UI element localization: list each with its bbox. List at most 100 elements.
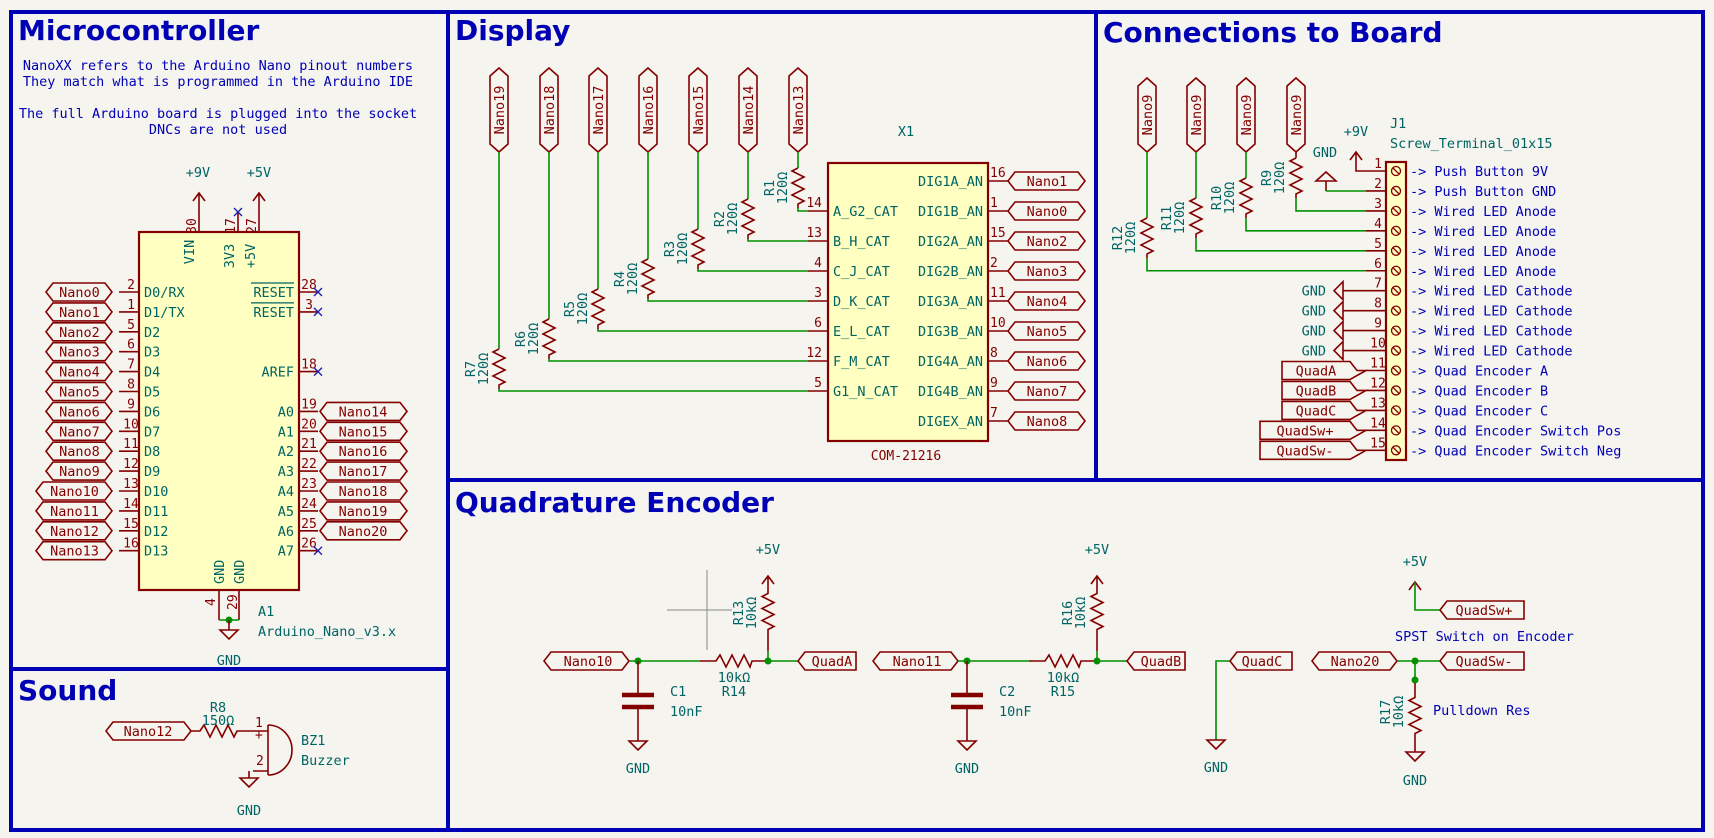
arduino-value: Arduino_Nano_v3.x (258, 624, 396, 640)
resistor-r1[interactable] (790, 167, 806, 208)
pin-name: B_H_CAT (833, 234, 890, 250)
spst-note: SPST Switch on Encoder (1395, 629, 1574, 645)
arduino-nano-symbol[interactable]: +9V +5V VIN303V317+5V27 2 D0/RXNano01 D1/T… (34, 165, 409, 669)
pin-number: 11 (123, 437, 139, 452)
resistor-r6[interactable] (541, 318, 557, 359)
gnd-label: GND (1302, 304, 1326, 320)
pin-name: D11 (144, 504, 168, 520)
junction-dot (1411, 657, 1419, 665)
net-label-text: Nano16 (339, 444, 388, 460)
display-value: COM-21216 (871, 449, 941, 464)
gnd-label: GND (1313, 145, 1337, 161)
pin-number: 17 (224, 218, 239, 234)
display-circuit: X1 COM-21216 Nano19R7120ΩNano18R6120ΩNan… (463, 66, 1087, 464)
pin-number: 7 (990, 406, 998, 421)
pin-number: 4 (814, 256, 822, 271)
pin-number: 1 (990, 196, 998, 211)
wire (1397, 660, 1440, 680)
component-label: 3V3 (222, 244, 238, 268)
resistor-r9[interactable] (1288, 157, 1304, 198)
net-label-text: QuadSw+ (1277, 423, 1334, 439)
net-label-text: Nano0 (1027, 204, 1068, 220)
pin-name: DIG3B_AN (918, 324, 983, 340)
pin-number: 1 (127, 298, 135, 313)
note-line: They match what is programmed in the Ard… (23, 74, 413, 90)
resistor-r16[interactable] (1089, 576, 1105, 651)
net-label-text: Nano5 (59, 385, 100, 401)
gnd-label: GND (1302, 324, 1326, 340)
terminal-description: -> Push Button GND (1410, 184, 1556, 200)
wire (548, 359, 808, 362)
buzzer-value: Buzzer (301, 753, 350, 769)
terminal-description: -> Wired LED Anode (1410, 244, 1556, 260)
resistor-r5[interactable] (590, 288, 606, 329)
pin-number: 23 (301, 477, 317, 492)
buzzer-symbol[interactable] (238, 724, 293, 789)
net-label-text: Nano20 (1331, 654, 1380, 670)
pin-name: D5 (144, 385, 160, 401)
capacitor-c1[interactable] (622, 692, 654, 710)
resistor-r15[interactable] (1029, 653, 1097, 670)
capacitor-ref: C1 (670, 684, 686, 700)
resistor-r10[interactable] (1238, 177, 1254, 218)
net-label-text: Nano6 (59, 404, 100, 420)
sound-circuit: Nano12 R8 150Ω 1 2 + BZ1 Buzzer GND (104, 700, 350, 819)
pin-number: 3 (1374, 197, 1382, 212)
resistor-r7[interactable] (491, 348, 507, 389)
resistor-r11[interactable] (1188, 197, 1204, 238)
pin-number: 26 (301, 537, 317, 552)
component-label: 120Ω (625, 263, 641, 296)
pin-number: 20 (301, 417, 317, 432)
schematic-sheet: Microcontroller Display Connections to B… (9, 10, 1705, 832)
power-label-5v: +5V (247, 165, 271, 181)
component-label: +5V (243, 244, 259, 268)
capacitor-value: 10nF (670, 704, 703, 720)
polarity-plus: + (255, 728, 263, 743)
pin-number: 6 (814, 316, 822, 331)
pin-number: 4 (204, 598, 219, 606)
connector-value: Screw_Terminal_01x15 (1390, 136, 1553, 152)
net-label-text: Nano7 (59, 424, 100, 440)
ground-icon (1205, 739, 1227, 751)
pin-name: D12 (144, 524, 168, 540)
net-label-text: Nano4 (1027, 294, 1068, 310)
net-label-text: QuadB (1296, 383, 1337, 399)
wire (1146, 258, 1366, 272)
component-label: 120Ω (1222, 182, 1238, 215)
resistor-r14[interactable] (700, 653, 768, 670)
component-label: 120Ω (775, 172, 791, 205)
pin-number: 25 (301, 517, 317, 532)
pin-name: DIG4B_AN (918, 384, 983, 400)
resistor-r4[interactable] (640, 258, 656, 299)
resistor-r17[interactable] (1407, 683, 1423, 752)
terminal-description: -> Quad Encoder A (1410, 364, 1548, 380)
pin-number: 10 (1370, 337, 1386, 352)
pulldown-note: Pulldown Res (1433, 703, 1531, 719)
pin-name: DIG4A_AN (918, 354, 983, 370)
net-label-text: Nano4 (59, 365, 100, 381)
capacitor-c2[interactable] (951, 692, 983, 710)
resistor-r12[interactable] (1139, 217, 1155, 258)
pin-number: 11 (990, 286, 1006, 301)
pin-number: 3 (305, 298, 313, 313)
component-label: 120Ω (476, 353, 492, 386)
resistor-ref: R15 (1051, 684, 1075, 700)
component-label: 120Ω (526, 323, 542, 356)
resistor-r3[interactable] (690, 228, 706, 269)
terminal-description: -> Wired LED Anode (1410, 204, 1556, 220)
note-line: The full Arduino board is plugged into t… (19, 106, 417, 122)
resistor-r13[interactable] (760, 576, 776, 651)
net-label-text: QuadB (1141, 654, 1182, 670)
pin-name: D6 (144, 404, 160, 420)
connector-circuit: J1 Screw_Terminal_01x15 +9V GND Nano9R12… (1110, 76, 1621, 462)
encoder-circuit: Nano10GNDC110nF10kΩR14+5VR1310kΩQuadA Nan… (542, 542, 1574, 789)
resistor-r2[interactable] (740, 198, 756, 239)
net-label-text: Nano14 (339, 404, 388, 420)
gnd-label: GND (217, 653, 241, 669)
pin-number: 2 (127, 278, 135, 293)
wire (1195, 238, 1366, 252)
net-label-text: QuadC (1296, 403, 1337, 419)
power-label-5v: +5V (756, 542, 780, 558)
pin-number: 5 (1374, 237, 1382, 252)
wire (697, 269, 808, 272)
